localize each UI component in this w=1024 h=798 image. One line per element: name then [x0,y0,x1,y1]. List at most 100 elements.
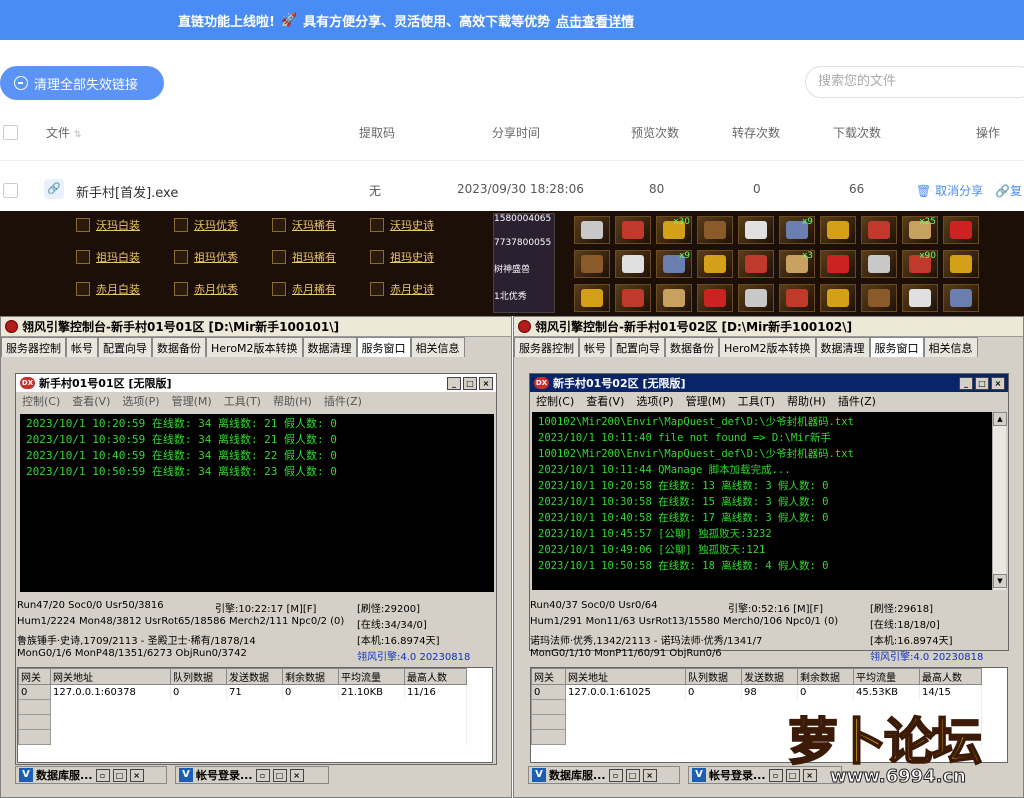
inventory-slot[interactable]: x9 [656,250,692,278]
tab-backup[interactable]: 数据备份 [665,337,719,357]
maximize-icon[interactable]: □ [463,376,477,390]
close-icon[interactable]: × [479,376,493,390]
minimize-icon[interactable]: _ [959,376,973,390]
equip-item[interactable]: 沃玛白装 [76,217,140,233]
equip-item[interactable]: 赤月优秀 [174,281,238,297]
menu-tools[interactable]: 工具(T) [224,393,261,409]
menu-tools[interactable]: 工具(T) [738,393,775,409]
inventory-slot[interactable] [820,216,856,244]
tab-config[interactable]: 配置向导 [98,337,152,357]
close-icon[interactable]: × [991,376,1005,390]
equip-item[interactable]: 沃玛稀有 [272,217,336,233]
inventory-slot[interactable] [902,284,938,312]
th-traffic: 平均流量 [853,668,920,685]
inventory-slot[interactable] [943,216,979,244]
menu-control[interactable]: 控制(C) [22,393,60,409]
menu-plugins[interactable]: 插件(Z) [324,393,362,409]
inventory-slot[interactable] [574,250,610,278]
inventory-slot[interactable] [779,284,815,312]
menu-control[interactable]: 控制(C) [536,393,574,409]
menu-view[interactable]: 查看(V) [72,393,110,409]
inventory-slot[interactable] [738,284,774,312]
equip-item[interactable]: 沃玛优秀 [174,217,238,233]
select-all-checkbox[interactable] [3,125,18,140]
clear-invalid-links-button[interactable]: 清理全部失效链接 [0,66,164,100]
inventory-slot[interactable] [574,216,610,244]
equip-item[interactable]: 赤月史诗 [370,281,434,297]
taskbar-db-server[interactable]: V 数据库服... ▫ □ × [15,766,167,784]
inventory-slot[interactable]: x3 [779,250,815,278]
tab-cleanup[interactable]: 数据清理 [815,337,870,357]
cancel-share-button[interactable]: 🗑 取消分享 [916,182,983,199]
inventory-slot[interactable] [574,284,610,312]
menu-view[interactable]: 查看(V) [586,393,624,409]
taskbar-db-server[interactable]: V 数据库服... ▫ □ × [528,766,680,784]
tab-server-control[interactable]: 服务器控制 [1,337,66,357]
tab-herom2[interactable]: HeroM2版本转换 [206,337,303,357]
inventory-slot[interactable] [615,284,651,312]
server-window-title[interactable]: DX 新手村01号02区 [无限版] _ □ × [530,374,1008,392]
equip-item[interactable]: 祖玛白装 [76,249,140,265]
equip-item[interactable]: 沃玛史诗 [370,217,434,233]
tab-herom2[interactable]: HeroM2版本转换 [719,337,816,357]
inventory-slot[interactable] [615,250,651,278]
equip-item[interactable]: 祖玛优秀 [174,249,238,265]
inventory-slot[interactable] [943,250,979,278]
menu-options[interactable]: 选项(P) [636,393,673,409]
table-row[interactable]: 0 127.0.0.1:61025 0 98 0 45.53KB 14/15 [531,684,982,700]
tab-cleanup[interactable]: 数据清理 [302,337,357,357]
col-preview: 预览次数 [631,126,680,140]
equip-item[interactable]: 祖玛稀有 [272,249,336,265]
equip-item[interactable]: 赤月白装 [76,281,140,297]
inventory-slot[interactable] [861,216,897,244]
inventory-slot[interactable] [820,250,856,278]
menu-help[interactable]: 帮助(H) [787,393,826,409]
inventory-slot[interactable] [861,250,897,278]
inventory-slot[interactable] [697,284,733,312]
tab-server-control[interactable]: 服务器控制 [514,337,579,357]
equip-item[interactable]: 祖玛史诗 [370,249,434,265]
minimize-icon[interactable]: _ [447,376,461,390]
menu-plugins[interactable]: 插件(Z) [838,393,876,409]
col-file[interactable]: 文件 ⇅ [46,124,81,140]
window-title-bar[interactable]: 翎风引擎控制台-新手村01号01区 [D:\Mir新手100101\] [1,317,511,337]
inventory-slot[interactable]: x30 [656,216,692,244]
tab-info[interactable]: 相关信息 [410,337,465,357]
inventory-slot[interactable] [861,284,897,312]
inventory-slot[interactable] [738,216,774,244]
tab-service-window[interactable]: 服务窗口 [356,337,411,357]
window-title-bar[interactable]: 翎风引擎控制台-新手村01号02区 [D:\Mir新手100102\] [514,317,1023,337]
inventory-slot[interactable]: x90 [902,250,938,278]
inventory-slot[interactable] [656,284,692,312]
tab-info[interactable]: 相关信息 [923,337,978,357]
log-scrollbar[interactable]: ▲ ▼ [992,412,1007,590]
search-input[interactable]: 搜索您的文件 [805,66,1024,98]
tab-backup[interactable]: 数据备份 [152,337,206,357]
menu-help[interactable]: 帮助(H) [273,393,312,409]
inventory-slot[interactable] [943,284,979,312]
menu-manage[interactable]: 管理(M) [172,393,212,409]
menu-options[interactable]: 选项(P) [122,393,159,409]
inventory-slot[interactable] [615,216,651,244]
file-name[interactable]: 新手村[首发].exe [76,182,178,201]
row-checkbox[interactable] [3,183,18,198]
banner-details-link[interactable]: 点击查看详情 [556,11,634,30]
stat-boss: 鲁族锤手·史诗,1709/2113 - 圣殿卫士·稀有/1878/14 [17,636,256,647]
taskbar-login[interactable]: V 帐号登录... ▫ □ × [175,766,329,784]
maximize-icon[interactable]: □ [975,376,989,390]
table-row[interactable]: 0 127.0.0.1:60378 0 71 0 21.10KB 11/16 [18,684,467,700]
tab-account[interactable]: 帐号 [579,337,611,357]
inventory-slot[interactable] [697,216,733,244]
inventory-slot[interactable] [738,250,774,278]
equip-item[interactable]: 赤月稀有 [272,281,336,297]
tab-service-window[interactable]: 服务窗口 [869,337,924,357]
inventory-slot[interactable]: x9 [779,216,815,244]
inventory-slot[interactable]: x25 [902,216,938,244]
tab-account[interactable]: 帐号 [66,337,98,357]
menu-manage[interactable]: 管理(M) [686,393,726,409]
inventory-slot[interactable] [697,250,733,278]
server-window-title[interactable]: DX 新手村01号01区 [无限版] _ □ × [16,374,496,392]
copy-link-button[interactable]: 🔗复 [995,182,1022,199]
inventory-slot[interactable] [820,284,856,312]
tab-config[interactable]: 配置向导 [611,337,665,357]
